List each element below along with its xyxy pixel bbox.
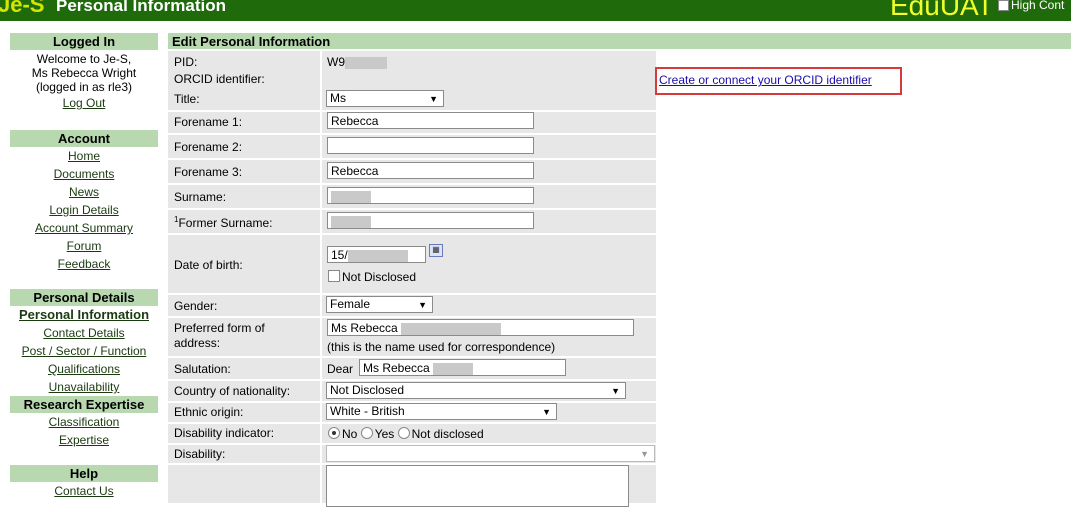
forename1-label: Forename 1: [174, 115, 243, 129]
title-label: Title: [174, 92, 200, 106]
radio-not-disclosed-label: Not disclosed [411, 427, 484, 441]
title-select[interactable]: Ms ▼ [326, 90, 444, 107]
orcid-connect-link[interactable]: Create or connect your ORCID identifier [659, 73, 872, 87]
row-divider [168, 183, 656, 185]
disability-indicator-group: No Yes Not disclosed [328, 427, 484, 441]
row-divider [168, 293, 656, 295]
nationality-select[interactable]: Not Disclosed ▼ [326, 382, 626, 399]
pid-value: W9 [327, 55, 387, 69]
forename2-input[interactable] [327, 137, 534, 154]
sidebar-item-login-details[interactable]: Login Details [49, 203, 118, 217]
row-divider [168, 356, 656, 358]
sidebar-item-news[interactable]: News [69, 185, 99, 199]
radio-no[interactable] [328, 427, 340, 439]
help-heading: Help [10, 465, 158, 482]
chevron-down-icon: ▼ [611, 386, 620, 396]
dob-not-disclosed[interactable]: Not Disclosed [328, 270, 416, 284]
orcid-highlight: Create or connect your ORCID identifier [655, 67, 902, 95]
row-divider [168, 233, 656, 235]
research-expertise-heading: Research Expertise [10, 396, 158, 413]
gender-select[interactable]: Female ▼ [326, 296, 433, 313]
dob-label: Date of birth: [174, 258, 243, 272]
logout-link[interactable]: Log Out [63, 96, 106, 110]
account-heading: Account [10, 130, 158, 147]
orcid-label: ORCID identifier: [174, 72, 265, 86]
preferred-input[interactable]: Ms Rebecca [327, 319, 634, 336]
former-surname-input[interactable] [327, 212, 534, 229]
sidebar-item-home[interactable]: Home [68, 149, 100, 163]
sidebar-item-qualifications[interactable]: Qualifications [48, 362, 120, 376]
row-divider [168, 158, 656, 160]
sidebar-item-contact-us[interactable]: Contact Us [54, 484, 113, 498]
preferred-label: Preferred form of address: [174, 321, 265, 350]
sidebar-item-classification[interactable]: Classification [49, 415, 120, 429]
nationality-label: Country of nationality: [174, 384, 291, 398]
former-surname-label: 1Former Surname: [174, 215, 273, 230]
sidebar: Logged In Welcome to Je-S, Ms Rebecca Wr… [10, 33, 158, 500]
high-contrast-toggle[interactable]: High Cont [998, 0, 1064, 12]
gender-label: Gender: [174, 299, 218, 313]
welcome-line-3: (logged in as rle3) [35, 80, 133, 94]
sidebar-item-personal-information[interactable]: Personal Information [19, 307, 149, 322]
chevron-down-icon: ▼ [418, 300, 427, 310]
sidebar-item-expertise[interactable]: Expertise [59, 433, 109, 447]
salutation-prefix: Dear [327, 362, 354, 376]
surname-input[interactable] [327, 187, 534, 204]
chevron-down-icon: ▼ [429, 94, 438, 104]
high-contrast-label: High Cont [1011, 0, 1065, 12]
salutation-input[interactable]: Ms Rebecca [359, 359, 566, 376]
row-divider [168, 316, 656, 318]
account-menu: Home Documents News Login Details Accoun… [10, 147, 158, 273]
forename1-input[interactable]: Rebecca [327, 112, 534, 129]
welcome-block: Welcome to Je-S, Ms Rebecca Wright (logg… [10, 50, 158, 96]
sidebar-item-forum[interactable]: Forum [67, 239, 102, 253]
ethnic-select[interactable]: White - British ▼ [326, 403, 557, 420]
environment-label: EduUAT [890, 0, 994, 21]
preferred-note: (this is the name used for correspondenc… [327, 340, 556, 354]
ethnic-label: Ethnic origin: [174, 405, 244, 419]
dob-input[interactable]: 15/ [327, 246, 426, 263]
row-divider [168, 422, 656, 424]
not-disclosed-checkbox[interactable] [328, 270, 340, 282]
research-expertise-menu: Classification Expertise [10, 413, 158, 449]
help-menu: Contact Us [10, 482, 158, 500]
radio-not-disclosed[interactable] [397, 427, 410, 439]
je-s-logo: Je-S [0, 0, 45, 17]
sidebar-item-contact-details[interactable]: Contact Details [43, 326, 124, 340]
welcome-line-2: Ms Rebecca Wright [31, 66, 137, 80]
row-divider [168, 379, 656, 381]
disability-details-textarea[interactable] [326, 465, 629, 507]
sidebar-item-unavailability[interactable]: Unavailability [49, 380, 120, 394]
personal-details-heading: Personal Details [10, 289, 158, 306]
page-title: Personal Information [56, 0, 227, 15]
sidebar-item-post-sector-function[interactable]: Post / Sector / Function [22, 344, 147, 358]
disability-select[interactable]: ▼ [326, 445, 655, 462]
chevron-down-icon: ▼ [542, 407, 551, 417]
sidebar-item-documents[interactable]: Documents [54, 167, 115, 181]
personal-details-menu: Personal Information Contact Details Pos… [10, 306, 158, 396]
disability-indicator-label: Disability indicator: [174, 426, 275, 440]
chevron-down-icon: ▼ [640, 449, 649, 459]
top-bar: Je-S Personal Information EduUAT High Co… [0, 0, 1071, 21]
radio-yes[interactable] [360, 427, 373, 439]
row-divider [168, 133, 656, 135]
sidebar-item-feedback[interactable]: Feedback [58, 257, 111, 271]
row-divider [168, 208, 656, 210]
radio-yes-label: Yes [374, 427, 395, 441]
surname-label: Surname: [174, 190, 227, 204]
high-contrast-checkbox[interactable] [998, 0, 1009, 12]
salutation-label: Salutation: [174, 362, 231, 376]
radio-no-label: No [342, 427, 358, 441]
sidebar-item-account-summary[interactable]: Account Summary [35, 221, 133, 235]
logged-in-heading: Logged In [10, 33, 158, 50]
pid-label: PID: [174, 55, 198, 69]
disability-label: Disability: [174, 447, 226, 461]
forename3-label: Forename 3: [174, 165, 243, 179]
forename3-input[interactable]: Rebecca [327, 162, 534, 179]
welcome-line-1: Welcome to Je-S, [36, 52, 132, 66]
forename2-label: Forename 2: [174, 140, 243, 154]
form-heading: Edit Personal Information [168, 33, 1071, 49]
calendar-icon[interactable]: ▦ [429, 244, 443, 257]
